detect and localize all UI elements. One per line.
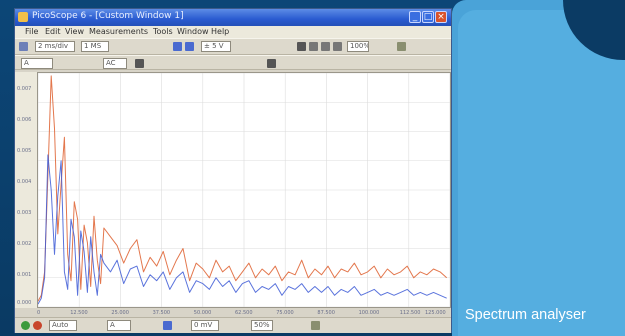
menu-edit[interactable]: Edit — [45, 27, 61, 36]
menu-tools[interactable]: Tools — [153, 27, 173, 36]
x-tick-label: 87.500 — [317, 310, 335, 316]
capture-icon[interactable] — [19, 42, 28, 51]
options-icon[interactable] — [311, 321, 320, 330]
x-tick-label: 50.000 — [193, 310, 212, 316]
side-panel-inner — [458, 10, 625, 336]
zoom-out-icon[interactable] — [333, 42, 342, 51]
close-icon[interactable]: × — [435, 11, 447, 23]
trigger-mode-select[interactable]: Auto — [49, 320, 77, 331]
minimize-icon[interactable]: _ — [409, 11, 421, 23]
y-axis-labels: 0.007 0.006 0.005 0.004 0.003 0.002 0.00… — [15, 72, 37, 308]
x-tick-label: 112.500 — [399, 310, 421, 316]
menu-bar: File Edit View Measurements Tools Window… — [15, 26, 451, 38]
x-tick-label: 37.500 — [152, 310, 171, 316]
hand-icon[interactable] — [309, 42, 318, 51]
y-tick-label: 0.002 — [17, 241, 32, 247]
pre-trigger-field[interactable]: 50% — [251, 320, 273, 331]
y-tick-label: 0.001 — [17, 272, 32, 278]
menu-file[interactable]: File — [25, 27, 38, 36]
y-tick-label: 0.000 — [17, 300, 32, 306]
y-tick-label: 0.004 — [17, 179, 32, 185]
maximize-icon[interactable]: □ — [422, 11, 434, 23]
app-icon — [18, 12, 28, 22]
x-tick-label: 125.000 — [425, 310, 446, 316]
rising-edge-icon[interactable] — [163, 321, 172, 330]
y-tick-label: 0.007 — [17, 86, 32, 92]
menu-view[interactable]: View — [65, 27, 84, 36]
y-tick-label: 0.003 — [17, 210, 32, 216]
x-tick-label: 25.000 — [111, 310, 129, 316]
caption: Spectrum analyser — [465, 307, 586, 323]
x-tick-label: 100.000 — [358, 310, 380, 316]
menu-help[interactable]: Help — [211, 27, 229, 36]
spectrum-chart — [38, 73, 450, 307]
filter-icon[interactable] — [267, 59, 276, 68]
channel-toolbar: A AC — [15, 55, 451, 70]
trigger-channel-select[interactable]: A — [107, 320, 131, 331]
samples-select[interactable]: 1 MS — [81, 41, 109, 52]
status-bar: Auto A 0 mV 50% — [15, 317, 451, 333]
coupling-select[interactable]: AC — [103, 58, 127, 69]
x-tick-label: 12.500 — [70, 310, 88, 316]
x-tick-label: 62.500 — [235, 310, 253, 316]
run-icon[interactable] — [21, 321, 30, 330]
app-window: PicoScope 6 - [Custom Window 1] _ □ × Fi… — [14, 8, 452, 333]
settings-icon[interactable] — [397, 42, 406, 51]
spectrum-series-2 — [38, 154, 447, 305]
menu-measurements[interactable]: Measurements — [89, 27, 148, 36]
zoom-in-icon[interactable] — [321, 42, 330, 51]
channel-a-icon[interactable] — [173, 42, 182, 51]
y-tick-label: 0.005 — [17, 148, 32, 154]
spectrum-plot[interactable] — [37, 72, 451, 308]
zoom-select[interactable]: 100% — [347, 41, 369, 52]
voltage-range-select[interactable]: ± 5 V — [201, 41, 231, 52]
probe-icon[interactable] — [135, 59, 144, 68]
y-tick-label: 0.006 — [17, 117, 32, 123]
collection-time-select[interactable]: 2 ms/div — [35, 41, 75, 52]
channel-b-icon[interactable] — [185, 42, 194, 51]
threshold-field[interactable]: 0 mV — [191, 320, 219, 331]
main-toolbar: 2 ms/div 1 MS ± 5 V 100% — [15, 38, 451, 55]
x-tick-label: 75.000 — [276, 310, 294, 316]
stop-icon[interactable] — [33, 321, 42, 330]
channel-select[interactable]: A — [21, 58, 53, 69]
title-bar[interactable]: PicoScope 6 - [Custom Window 1] _ □ × — [15, 9, 451, 26]
menu-window[interactable]: Window — [177, 27, 209, 36]
x-tick-label: 0 — [37, 310, 41, 316]
window-title: PicoScope 6 - [Custom Window 1] — [32, 11, 184, 21]
pointer-icon[interactable] — [297, 42, 306, 51]
